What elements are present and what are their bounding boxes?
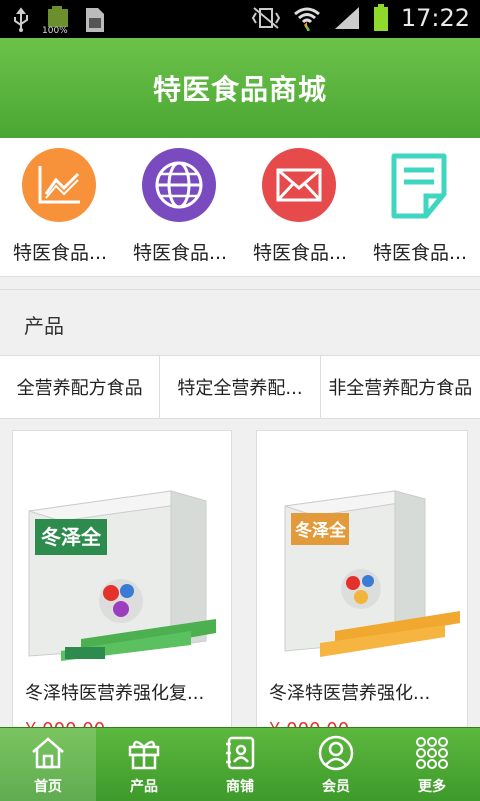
wifi-icon xyxy=(293,7,320,31)
battery-small-icon: 100% xyxy=(42,6,70,36)
vibrate-icon xyxy=(251,7,280,29)
section-title: 产品 xyxy=(24,314,64,338)
quick-category-row: 特医食品... 特医食品... 特医食品... 特医食品... xyxy=(0,138,480,277)
svg-text:冬泽全: 冬泽全 xyxy=(41,525,102,549)
usb-icon xyxy=(14,7,28,32)
product-card-2[interactable]: 冬泽全 冬泽特医营养强化... ¥ 000.00 xyxy=(256,430,468,742)
nav-label: 会员 xyxy=(322,779,350,795)
tab-specific-full-nutrition[interactable]: 特定全营养配... xyxy=(160,356,321,418)
store-icon xyxy=(226,736,255,770)
chart-icon xyxy=(22,148,96,222)
nav-more[interactable]: 更多 xyxy=(384,728,480,801)
status-left-icons: 100% xyxy=(10,6,106,36)
nav-label: 产品 xyxy=(130,779,158,795)
battery-icon xyxy=(373,4,388,31)
quick-category-3[interactable]: 特医食品... xyxy=(240,138,360,276)
nav-member[interactable]: 会员 xyxy=(288,728,384,801)
gift-icon xyxy=(128,740,160,770)
globe-icon xyxy=(142,148,216,222)
document-icon xyxy=(382,148,456,222)
svg-text:冬泽全: 冬泽全 xyxy=(295,520,347,541)
quick-category-label: 特医食品... xyxy=(132,242,228,264)
page-title: 特医食品商城 xyxy=(152,73,327,106)
status-right-icons: 17:22 xyxy=(251,4,470,32)
grid-icon xyxy=(416,737,448,769)
quick-category-label: 特医食品... xyxy=(252,242,348,264)
status-time: 17:22 xyxy=(400,4,470,32)
bottom-nav: 首页 产品 商铺 会员 更多 xyxy=(0,727,480,801)
nav-store[interactable]: 商铺 xyxy=(192,728,288,801)
nav-label: 首页 xyxy=(34,779,62,795)
nav-label: 商铺 xyxy=(226,779,254,795)
quick-category-label: 特医食品... xyxy=(372,242,468,264)
product-name: 冬泽特医营养强化... xyxy=(269,683,431,704)
product-image: 冬泽全 xyxy=(21,461,221,661)
product-name: 冬泽特医营养强化复... xyxy=(25,683,205,704)
tab-non-full-nutrition[interactable]: 非全营养配方食品 xyxy=(321,356,480,418)
signal-icon xyxy=(334,7,359,29)
product-image: 冬泽全 xyxy=(265,461,465,661)
nav-home[interactable]: 首页 xyxy=(0,728,96,801)
quick-category-1[interactable]: 特医食品... xyxy=(0,138,120,276)
quick-category-4[interactable]: 特医食品... xyxy=(360,138,480,276)
home-icon xyxy=(32,737,64,769)
mail-icon xyxy=(262,148,336,222)
quick-category-label: 特医食品... xyxy=(12,242,108,264)
battery-percent: 100% xyxy=(42,26,68,36)
app-header: 特医食品商城 xyxy=(0,38,480,138)
quick-category-2[interactable]: 特医食品... xyxy=(120,138,240,276)
user-icon xyxy=(318,735,354,771)
status-bar: 100% 17:22 xyxy=(0,0,480,38)
tab-full-nutrition[interactable]: 全营养配方食品 xyxy=(0,356,161,418)
product-card-1[interactable]: 冬泽全 冬泽特医营养强化复... ¥ 000.00 xyxy=(12,430,232,742)
products-section-header: 产品 xyxy=(0,289,480,356)
category-tabs: 全营养配方食品 特定全营养配... 非全营养配方食品 xyxy=(0,355,480,419)
sd-card-icon xyxy=(86,8,104,32)
nav-products[interactable]: 产品 xyxy=(96,728,192,801)
nav-label: 更多 xyxy=(418,779,446,795)
